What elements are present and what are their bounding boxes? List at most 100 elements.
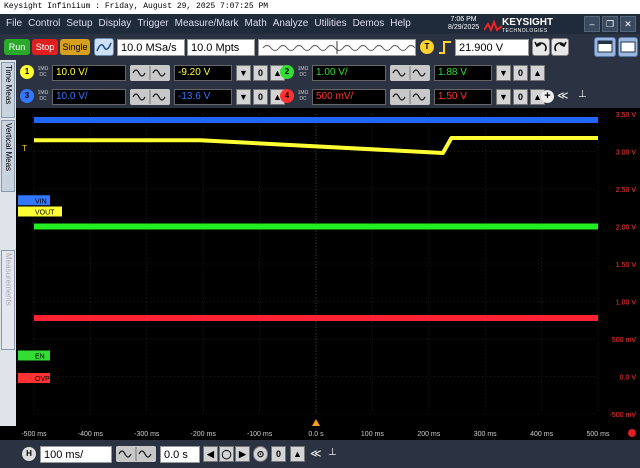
waveform-display[interactable]: 3.50 V 3.00 V 2.50 V 2.00 V 1.50 V 1.00 V 500 …: [16, 108, 640, 426]
channel-1-scale-field[interactable]: 10.0 V/: [52, 65, 126, 81]
menu-item-math[interactable]: Math: [245, 18, 267, 29]
channel-3-scale-knob[interactable]: [130, 89, 170, 105]
clock-time: 7:06 PM: [450, 16, 477, 23]
menu-item-measure-mark[interactable]: Measure/Mark: [175, 18, 239, 29]
restore-icon[interactable]: ❐: [602, 16, 618, 32]
menu-item-control[interactable]: Control: [28, 18, 60, 29]
channel-3-offset-zero[interactable]: 0: [253, 89, 268, 105]
menu-item-analyze[interactable]: Analyze: [273, 18, 309, 29]
delay-right-button[interactable]: ▶: [235, 446, 250, 462]
channel-4-scale-field[interactable]: 500 mV/: [312, 89, 386, 105]
delay-center-button[interactable]: ⊙: [253, 446, 268, 462]
channel-3-badge[interactable]: 3: [20, 89, 34, 103]
channel-4-offset-field[interactable]: 1.50 V: [434, 89, 492, 105]
memory-depth-field[interactable]: 10.0 Mpts: [187, 39, 255, 56]
run-button[interactable]: Run: [4, 39, 30, 55]
redo-button[interactable]: [551, 38, 569, 56]
channel-3-offset-field[interactable]: -13.6 V: [174, 89, 232, 105]
channel-3-coupling: 1MΩ DC: [36, 90, 50, 102]
horizontal-delay-field[interactable]: 0.0 s: [160, 446, 200, 463]
channel-1-badge[interactable]: 1: [20, 65, 34, 79]
autoscale-button[interactable]: [94, 38, 114, 56]
brand-name: KEYSIGHT: [502, 17, 554, 28]
waveform-plot[interactable]: 3.50 V 3.00 V 2.50 V 2.00 V 1.50 V 1.00 V 500 …: [16, 108, 640, 426]
menu-item-utilities[interactable]: Utilities: [314, 18, 346, 29]
x-tick-label: 0.0 s: [308, 431, 324, 438]
en-marker[interactable]: EN: [18, 350, 50, 361]
channel-2-offset-down[interactable]: ▼: [496, 65, 511, 81]
autoscale-icon: [96, 42, 112, 52]
y-tick-label: 1.50 V: [616, 262, 637, 269]
channel-2-scale-field[interactable]: 1.00 V/: [312, 65, 386, 81]
tab-layout-button[interactable]: [618, 37, 638, 57]
channel-2-offset-field[interactable]: 1.88 V: [434, 65, 492, 81]
y-tick-label: 0.0 V: [620, 375, 637, 382]
single-button[interactable]: Single: [60, 39, 90, 55]
delay-up-button[interactable]: ▲: [290, 446, 305, 462]
channel-4-offset-zero[interactable]: 0: [513, 89, 528, 105]
horizontal-badge[interactable]: H: [22, 447, 36, 461]
vin-marker[interactable]: VIN: [18, 195, 50, 206]
x-tick-label: 500 ms: [587, 431, 610, 438]
delay-zero-button[interactable]: 0: [271, 446, 286, 462]
scroll-right-icon[interactable]: [628, 429, 636, 437]
trigger-position-marker[interactable]: [312, 419, 320, 426]
vin-marker-tag: [18, 195, 34, 206]
sample-rate-field[interactable]: 10.0 MSa/s: [117, 39, 185, 56]
channel-1-scale-knob[interactable]: [130, 65, 170, 81]
scale-knob-icon: [132, 90, 166, 104]
stop-button[interactable]: Stop: [32, 39, 58, 55]
channel-2-offset-zero[interactable]: 0: [513, 65, 528, 81]
close-icon[interactable]: ✕: [620, 16, 636, 32]
channel-3-scale-field[interactable]: 10.0 V/: [52, 89, 126, 105]
trigger-edge-icon[interactable]: [437, 40, 453, 55]
channel-4-scale-knob[interactable]: [390, 89, 430, 105]
vout-marker[interactable]: VOUT: [18, 206, 62, 217]
x-tick-label: -500 ms: [21, 431, 47, 438]
tab-time-meas[interactable]: Time Meas: [1, 62, 15, 118]
window-caption: Keysight Infiniium : Friday, August 29, …: [0, 0, 640, 14]
collapse-channels-icon[interactable]: ≪: [557, 89, 569, 102]
tab-measurements[interactable]: Measurements: [1, 250, 15, 350]
channel-2-offset-up[interactable]: ▲: [530, 65, 545, 81]
delay-knob-button[interactable]: ◯: [219, 446, 234, 462]
channel-4-offset-down[interactable]: ▼: [496, 89, 511, 105]
menu-item-file[interactable]: File: [6, 18, 22, 29]
pin-icon[interactable]: ⊥: [328, 447, 337, 458]
trigger-badge[interactable]: T: [420, 40, 434, 54]
channel-2-badge[interactable]: 2: [280, 65, 294, 79]
tab-vertical-meas[interactable]: Vertical Meas: [1, 120, 15, 192]
minimize-icon[interactable]: –: [584, 16, 600, 32]
undo-button[interactable]: [532, 38, 550, 56]
add-channel-icon[interactable]: +: [541, 90, 554, 103]
menu-item-demos[interactable]: Demos: [353, 18, 385, 29]
clock-date: 8/29/2025: [448, 24, 480, 31]
acquisition-overview[interactable]: [258, 39, 416, 56]
collapse-icon[interactable]: ≪: [310, 447, 322, 460]
menu-item-help[interactable]: Help: [390, 18, 411, 29]
pin-channels-icon[interactable]: ⊥: [578, 89, 587, 100]
delay-left-button[interactable]: ◀: [203, 446, 218, 462]
menu-item-setup[interactable]: Setup: [66, 18, 92, 29]
x-tick-label: -300 ms: [134, 431, 160, 438]
display-layout-button[interactable]: [594, 37, 616, 57]
channel-4-coupling: 1MΩ DC: [296, 90, 310, 102]
acquisition-toolbar: Run Stop Single 10.0 MSa/s 10.0 Mpts T 2…: [0, 34, 640, 60]
channel-2-dc: DC: [299, 72, 307, 78]
y-tick-label: 2.00 V: [616, 225, 637, 232]
channel-1-offset-down[interactable]: ▼: [236, 65, 251, 81]
ovp-marker[interactable]: OVP: [18, 373, 50, 383]
trigger-level-field[interactable]: 21.900 V: [455, 39, 529, 56]
channel-1-offset-zero[interactable]: 0: [253, 65, 268, 81]
menu-item-trigger[interactable]: Trigger: [137, 18, 168, 29]
channel-3-offset-down[interactable]: ▼: [236, 89, 251, 105]
en-marker-label: EN: [35, 354, 45, 361]
menu-item-display[interactable]: Display: [99, 18, 132, 29]
channel-2-scale-knob[interactable]: [390, 65, 430, 81]
trigger-level-marker[interactable]: T: [22, 144, 27, 153]
x-tick-label: 100 ms: [361, 431, 384, 438]
channel-1-offset-field[interactable]: -9.20 V: [174, 65, 232, 81]
horizontal-scale-field[interactable]: 100 ms/: [40, 446, 112, 463]
horizontal-scale-knob[interactable]: [116, 446, 156, 462]
channel-4-badge[interactable]: 4: [280, 89, 294, 103]
